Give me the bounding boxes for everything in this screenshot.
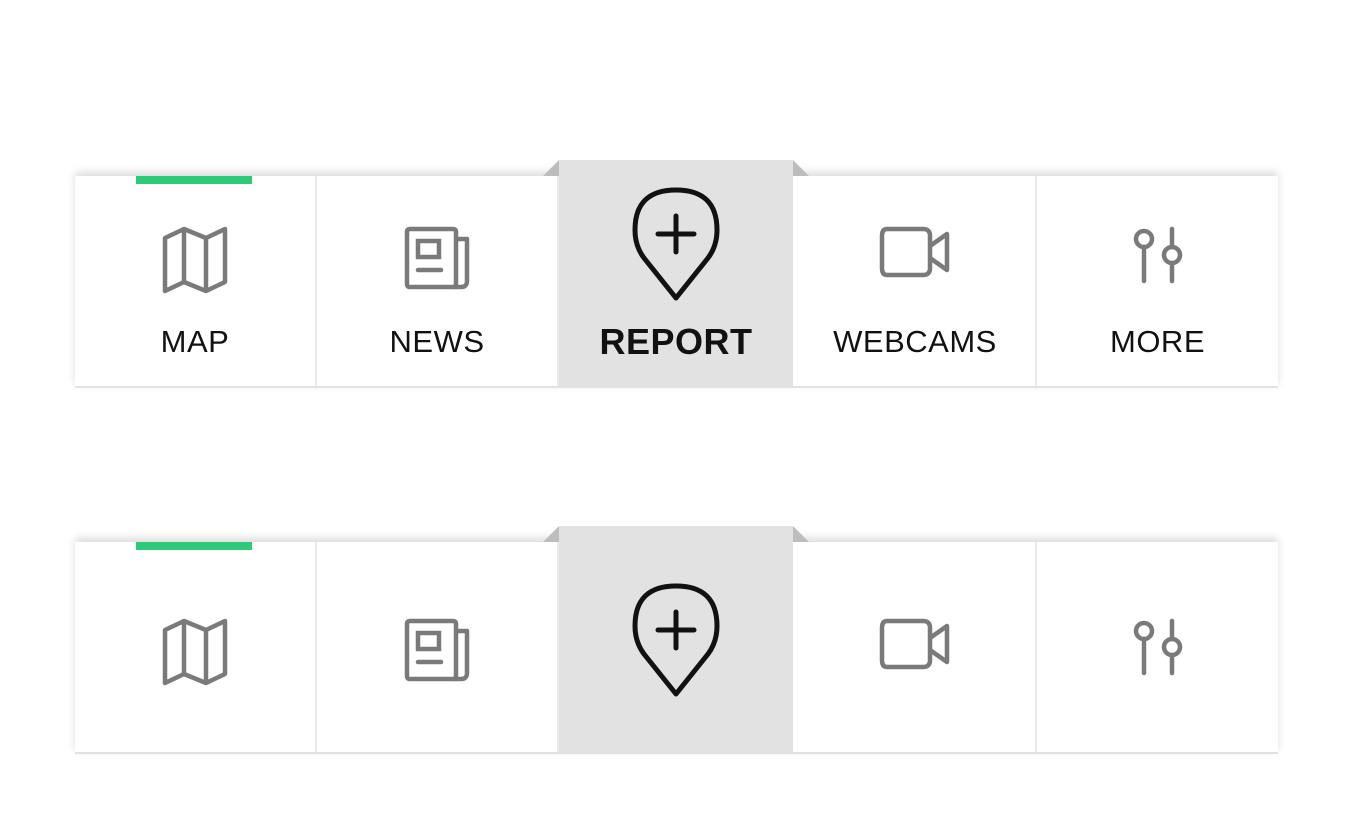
bottom-navbar-labeled: MAP NEWS REPORT WEBCAMS MORE <box>75 160 1278 388</box>
video-camera-icon <box>879 226 951 283</box>
tab-label-news: NEWS <box>389 324 485 359</box>
sliders-icon <box>1130 618 1186 681</box>
tab-label-report: REPORT <box>599 321 753 362</box>
report-tab-left-shoulder <box>543 160 559 176</box>
tab-label-more: MORE <box>1110 324 1205 359</box>
newspaper-icon <box>403 618 471 687</box>
location-plus-icon <box>632 186 720 309</box>
report-tab-right-shoulder <box>793 526 809 542</box>
map-icon <box>162 618 228 691</box>
report-tab-right-shoulder <box>793 160 809 176</box>
newspaper-icon <box>403 226 471 295</box>
tab-webcams[interactable] <box>795 542 1037 752</box>
sliders-icon <box>1130 226 1186 289</box>
bottom-navbar-icons-only <box>75 526 1278 754</box>
report-tab-left-shoulder <box>543 526 559 542</box>
tab-news[interactable]: NEWS <box>317 176 559 386</box>
tab-label-webcams: WEBCAMS <box>833 324 997 359</box>
location-plus-icon <box>632 582 720 705</box>
tab-label-map: MAP <box>160 324 230 359</box>
tab-map[interactable] <box>75 542 317 752</box>
tab-report[interactable]: REPORT <box>559 160 793 386</box>
tab-news[interactable] <box>317 542 559 752</box>
tab-more[interactable] <box>1037 542 1278 752</box>
active-tab-indicator <box>136 176 252 184</box>
video-camera-icon <box>879 618 951 675</box>
tab-report[interactable] <box>559 526 793 752</box>
tab-map[interactable]: MAP <box>75 176 317 386</box>
active-tab-indicator <box>136 542 252 550</box>
tab-webcams[interactable]: WEBCAMS <box>795 176 1037 386</box>
map-icon <box>162 226 228 299</box>
tab-more[interactable]: MORE <box>1037 176 1278 386</box>
